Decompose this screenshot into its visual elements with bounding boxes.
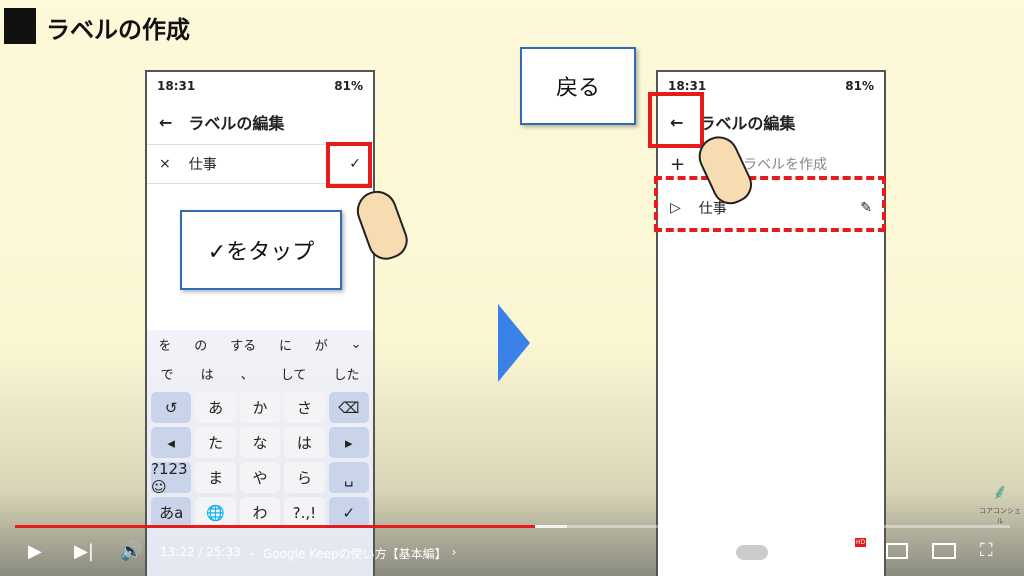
keyboard-key[interactable]: ␣ (328, 462, 369, 493)
keyboard-key[interactable]: は (284, 427, 325, 458)
keyboard-key[interactable]: ◂ (151, 427, 192, 458)
keyboard-key[interactable]: あ (195, 392, 236, 423)
callout-go-back: 戻る (520, 47, 636, 125)
suggestion-item[interactable]: した (333, 364, 359, 383)
keyboard-key[interactable]: や (239, 462, 281, 493)
keyboard-key[interactable]: ▸ (328, 427, 369, 458)
volume-icon[interactable]: 🔊 (120, 541, 142, 562)
keyboard-key[interactable]: な (239, 427, 281, 458)
screen-header: ラベルの編集 (188, 114, 285, 133)
time-display: 13:22 / 25:33 (160, 545, 241, 559)
suggestion-item[interactable]: する (230, 335, 256, 354)
highlight-check (326, 142, 372, 188)
suggestion-item[interactable]: を (158, 335, 171, 354)
video-title-link[interactable]: Google Keepの使い方【基本編】 (263, 545, 447, 562)
play-icon[interactable]: ▶ (28, 541, 42, 562)
keyboard-key[interactable]: わ (239, 497, 281, 528)
subtitles-icon[interactable] (792, 543, 814, 559)
suggestion-item[interactable]: ⌄ (351, 337, 362, 352)
video-info: 13:22 / 25:33 ・ Google Keepの使い方【基本編】 › (160, 545, 456, 562)
highlight-label-item (654, 176, 886, 232)
keyboard-key[interactable]: か (239, 392, 281, 423)
settings-gear-icon[interactable]: ⚙ (838, 538, 854, 559)
status-time: 18:31 (668, 79, 707, 93)
keyboard-key[interactable]: 🌐 (195, 497, 236, 528)
slide-title: ラベルの作成 (46, 16, 190, 44)
channel-logo: ⸙ コアコンシェル (979, 480, 1021, 525)
screen-header: ラベルの編集 (699, 114, 796, 133)
keyboard: をのするにが ⌄ では、して した ↺ あかさ ⌫ ◂ たなは ▸ ?123 ☺ まやら ␣ あa 🌐 わ… (147, 330, 373, 576)
keyboard-key[interactable]: さ (284, 392, 325, 423)
keyboard-key[interactable]: あa (151, 497, 192, 528)
keyboard-key[interactable]: た (195, 427, 236, 458)
clear-icon[interactable]: × (159, 156, 171, 172)
theater-mode-icon[interactable] (932, 543, 956, 559)
plus-icon[interactable]: + (670, 154, 685, 175)
channel-logo-text: コアコンシェル (979, 507, 1021, 525)
hd-badge: HD (855, 538, 867, 547)
miniplayer-icon[interactable] (886, 543, 908, 559)
keyboard-key[interactable]: ら (284, 462, 325, 493)
highlight-back (648, 92, 704, 148)
battery-level: 81% (334, 79, 363, 93)
next-icon[interactable]: ▶| (74, 541, 94, 562)
chevron-right-icon[interactable]: › (452, 545, 457, 562)
battery-level: 81% (845, 79, 874, 93)
callout-tap-check: ✓をタップ (180, 210, 342, 290)
progress-bar[interactable] (15, 525, 1010, 528)
autoplay-toggle[interactable] (736, 545, 768, 560)
status-time: 18:31 (157, 79, 196, 93)
suggestion-item[interactable]: で (161, 364, 174, 383)
back-arrow-icon[interactable]: ← (159, 113, 172, 132)
suggestion-item[interactable]: が (315, 335, 328, 354)
suggestion-item[interactable]: して (281, 364, 307, 383)
title-marker (4, 8, 36, 44)
suggestion-item[interactable]: は (201, 364, 214, 383)
next-arrow-icon (498, 304, 530, 382)
label-name-input[interactable]: 仕事 (189, 154, 332, 174)
status-bar: 18:31 81% (147, 72, 373, 100)
separator: ・ (245, 547, 258, 561)
suggestion-item[interactable]: に (279, 335, 292, 354)
keyboard-key[interactable]: ✓ (328, 497, 369, 528)
keyboard-key[interactable]: ?.,! (284, 497, 325, 528)
keyboard-key[interactable]: ↺ (151, 392, 192, 423)
fullscreen-icon[interactable]: ⛶ (980, 540, 993, 561)
keyboard-key[interactable]: ⌫ (328, 392, 369, 423)
suggestion-item[interactable]: 、 (241, 364, 254, 383)
keyboard-key[interactable]: ま (195, 462, 236, 493)
keyboard-key[interactable]: ?123 ☺ (151, 460, 192, 496)
suggestion-item[interactable]: の (194, 335, 207, 354)
create-label-button[interactable]: ラベルを作成 (743, 154, 827, 174)
